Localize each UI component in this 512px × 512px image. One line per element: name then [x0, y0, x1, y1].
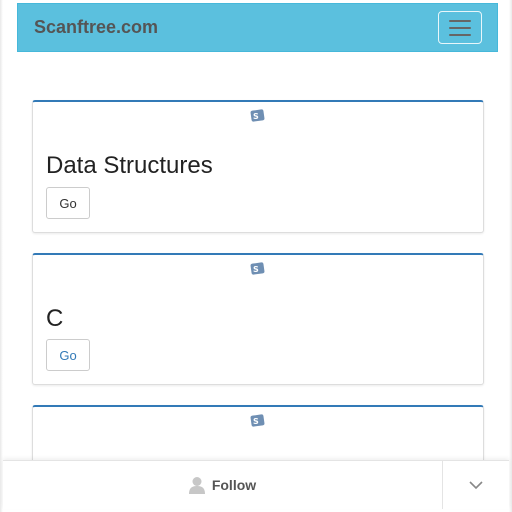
left-edge-shadow [0, 0, 3, 512]
course-title: C [46, 305, 64, 332]
scanftree-logo-icon: S [250, 414, 265, 427]
follow-button[interactable]: Follow [3, 461, 441, 509]
expand-button[interactable] [442, 461, 509, 509]
svg-text:S: S [253, 417, 259, 426]
go-button[interactable]: Go [46, 339, 90, 371]
course-card: S Data Structures Go [32, 100, 484, 233]
menu-toggle-button[interactable] [438, 11, 482, 44]
brand-link[interactable]: Scanftree.com [34, 17, 158, 38]
hamburger-menu-icon-bar [449, 34, 471, 36]
scanftree-logo-icon: S [250, 109, 265, 122]
go-button[interactable]: Go [46, 187, 90, 219]
svg-text:S: S [253, 265, 259, 274]
chevron-down-icon [469, 481, 483, 490]
user-icon [188, 477, 205, 494]
scanftree-logo-icon: S [250, 262, 265, 275]
course-card: S C Go [32, 253, 484, 385]
svg-text:S: S [253, 112, 259, 121]
hamburger-menu-icon-bar [449, 27, 471, 29]
course-title: Data Structures [46, 152, 213, 179]
follow-label: Follow [211, 477, 257, 493]
navbar: Scanftree.com [17, 3, 498, 52]
hamburger-menu-icon [449, 20, 471, 22]
follow-bar: Follow [3, 460, 509, 509]
page: Scanftree.com S Data Structures Go S C G… [0, 0, 512, 512]
